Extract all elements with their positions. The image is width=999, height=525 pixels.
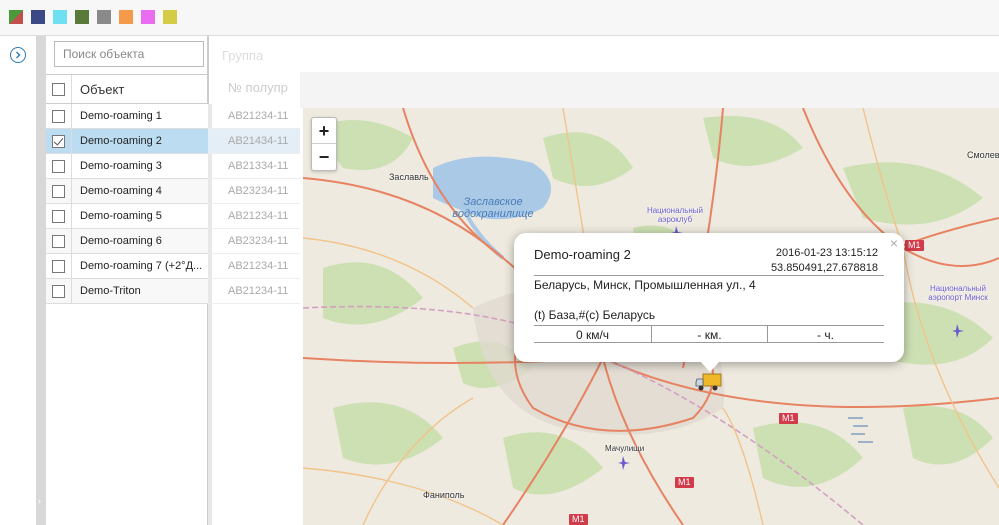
search-input[interactable]: [54, 41, 204, 67]
object-name: Demo-roaming 5: [80, 210, 162, 222]
swatch-gray[interactable]: [97, 10, 111, 24]
group-header: Группа: [222, 48, 264, 63]
row-checkbox[interactable]: [52, 185, 65, 198]
object-info-popup: × Demo-roaming 2 2016-01-23 13:15:12 53.…: [514, 233, 904, 362]
road-shield: M1: [779, 413, 798, 424]
list-item[interactable]: Demo-Triton: [46, 279, 208, 304]
zoom-out-button[interactable]: −: [312, 144, 336, 170]
table-row: AB21234-11: [208, 279, 300, 304]
object-name: Demo-roaming 1: [80, 110, 162, 122]
row-checkbox[interactable]: [52, 235, 65, 248]
object-list-header: Объект: [46, 74, 208, 104]
swatch-orange[interactable]: [119, 10, 133, 24]
popup-datetime: 2016-01-23 13:15:12: [775, 247, 878, 259]
scroll-arrow-icon[interactable]: ›: [38, 496, 44, 510]
popup-zone: (t) База,#(c) Беларусь: [534, 308, 656, 322]
list-item[interactable]: Demo-roaming 3: [46, 154, 208, 179]
swatch-yellow[interactable]: [163, 10, 177, 24]
road-shield: M1: [569, 514, 588, 525]
popup-title: Demo-roaming 2: [534, 247, 631, 262]
column-divider: [71, 75, 72, 103]
speed-value: 0 км/ч: [575, 328, 610, 342]
object-panel: Объект Demo-roaming 1 Demo-roaming 2 Dem…: [46, 36, 208, 525]
chevron-right-circle-icon[interactable]: [10, 47, 26, 63]
map-label: Смолев: [967, 150, 999, 160]
swatch-red-green[interactable]: [9, 10, 23, 24]
list-item[interactable]: Demo-roaming 1: [46, 104, 208, 129]
popup-coordinates: 53.850491,27.678818: [770, 262, 878, 274]
plate-number: AB21234-11: [228, 210, 289, 222]
map-label: Национальный аэроклуб: [646, 206, 704, 224]
plate-number: AB23234-11: [228, 235, 289, 247]
plate-number: AB21334-11: [228, 160, 289, 172]
column-divider: [71, 204, 72, 228]
swatch-cyan[interactable]: [53, 10, 67, 24]
row-checkbox[interactable]: [52, 135, 65, 148]
table-row: AB23234-11: [208, 229, 300, 254]
list-item[interactable]: Demo-roaming 6: [46, 229, 208, 254]
list-item[interactable]: Demo-roaming 7 (+2°Д...: [46, 254, 208, 279]
swatch-olive[interactable]: [75, 10, 89, 24]
object-name: Demo-roaming 2: [80, 135, 162, 147]
road-shield: M1: [905, 240, 924, 251]
plate-number: AB21234-11: [228, 260, 289, 272]
plate-column-header: № полупр: [228, 80, 288, 95]
panel-scrollbar[interactable]: ›: [36, 36, 46, 525]
list-item[interactable]: Demo-roaming 5: [46, 204, 208, 229]
column-divider: [71, 279, 72, 303]
list-item[interactable]: Demo-roaming 2: [46, 129, 208, 154]
map-label: Заславль: [389, 172, 429, 182]
list-item[interactable]: Demo-roaming 4: [46, 179, 208, 204]
column-divider: [71, 229, 72, 253]
object-name: Demo-roaming 7 (+2°Д...: [80, 260, 203, 272]
object-name: Demo-roaming 4: [80, 185, 162, 197]
hours-value: - ч.: [817, 328, 834, 342]
column-divider: [71, 254, 72, 278]
object-name: Demo-roaming 6: [80, 235, 162, 247]
plate-number: AB21434-11: [228, 135, 289, 147]
row-checkbox[interactable]: [52, 110, 65, 123]
zoom-in-button[interactable]: +: [312, 118, 336, 144]
swatch-navy[interactable]: [31, 10, 45, 24]
divider: [534, 275, 884, 276]
zoom-control: + −: [311, 117, 337, 171]
column-divider: [71, 179, 72, 203]
table-row: AB23234-11: [208, 179, 300, 204]
row-checkbox[interactable]: [52, 285, 65, 298]
truck-marker-icon[interactable]: [695, 370, 725, 396]
road-shield: M1: [675, 477, 694, 488]
swatch-magenta[interactable]: [141, 10, 155, 24]
plate-number: AB21234-11: [228, 110, 289, 122]
popup-stats: 0 км/ч - км. - ч.: [534, 325, 884, 343]
plate-number: AB21234-11: [228, 285, 289, 297]
map-label: Национальный аэропорт Минск: [928, 284, 988, 302]
object-column-header: Объект: [80, 82, 125, 97]
table-row: AB21334-11: [208, 154, 300, 179]
plate-number: AB23234-11: [228, 185, 289, 197]
table-row: AB21434-11: [208, 129, 300, 154]
table-row: AB21234-11: [208, 254, 300, 279]
map-label: Мачулищи: [605, 444, 645, 453]
column-divider: [71, 154, 72, 178]
popup-pointer: [700, 361, 720, 372]
row-checkbox[interactable]: [52, 260, 65, 273]
object-name: Demo-Triton: [80, 285, 141, 297]
object-name: Demo-roaming 3: [80, 160, 162, 172]
select-all-checkbox[interactable]: [52, 83, 65, 96]
column-divider: [71, 129, 72, 153]
close-icon[interactable]: ×: [890, 235, 898, 251]
color-toolbar: [0, 0, 999, 36]
map-label: Заславское водохранилище: [452, 196, 534, 220]
table-row: AB21234-11: [208, 204, 300, 229]
group-panel: Группа № полупр AB21234-11 AB21434-11 AB…: [208, 36, 300, 525]
map-label: Фаниполь: [423, 490, 465, 500]
distance-value: - км.: [697, 328, 722, 342]
row-checkbox[interactable]: [52, 160, 65, 173]
table-row: AB21234-11: [208, 104, 300, 129]
row-checkbox[interactable]: [52, 210, 65, 223]
popup-address: Беларусь, Минск, Промышленная ул., 4: [534, 278, 756, 292]
left-strip: [0, 36, 38, 525]
column-divider: [71, 104, 72, 128]
map-header-strip: [300, 72, 999, 108]
